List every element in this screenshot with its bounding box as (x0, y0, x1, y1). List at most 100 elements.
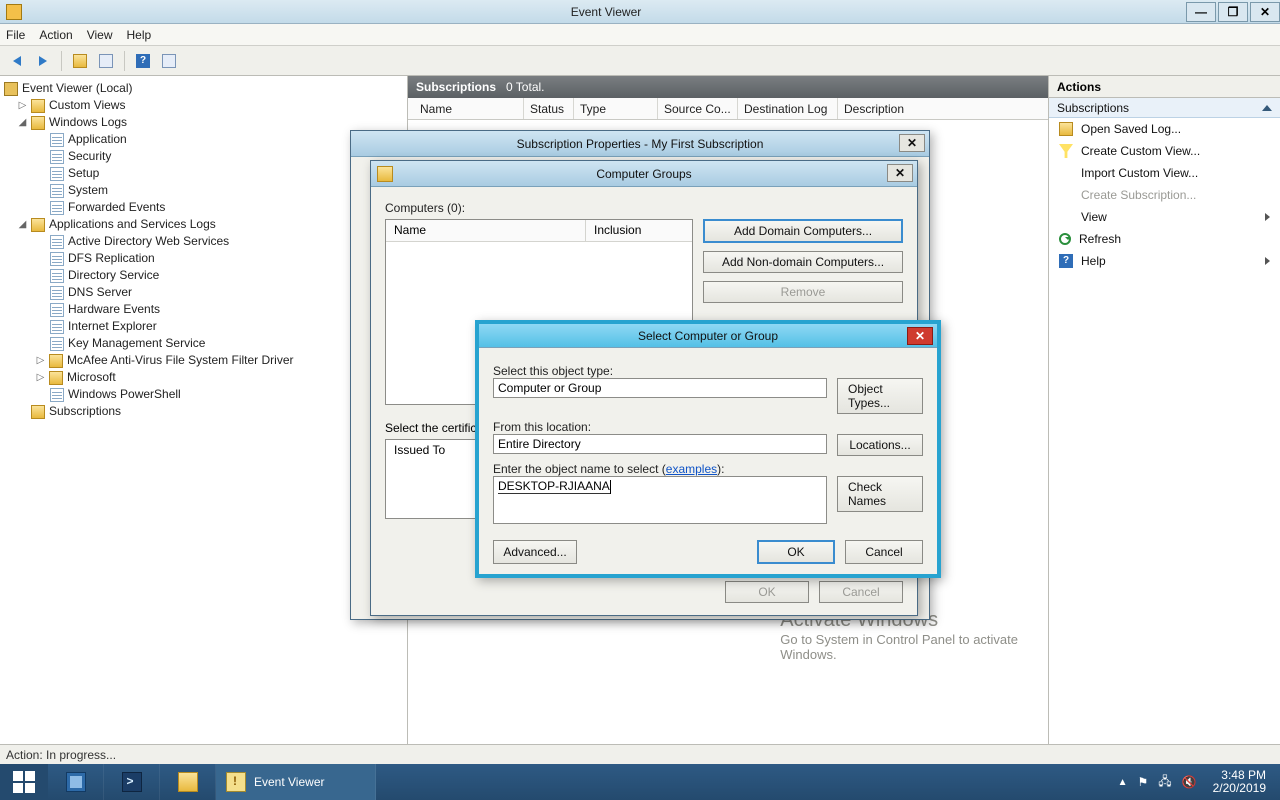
action-help[interactable]: ?Help (1049, 250, 1280, 272)
folder-icon (31, 116, 45, 130)
taskbar-explorer[interactable] (160, 764, 216, 800)
dialog-title-text: Subscription Properties - My First Subsc… (517, 137, 764, 151)
collapse-icon[interactable]: ◢ (18, 114, 27, 131)
tree-wl-item[interactable]: Setup (2, 165, 405, 182)
tree-apps-services[interactable]: ◢Applications and Services Logs (2, 216, 405, 233)
menu-help[interactable]: Help (127, 28, 152, 42)
col-inclusion[interactable]: Inclusion (586, 220, 692, 241)
window-minimize-button[interactable]: — (1186, 2, 1216, 22)
cancel-button[interactable]: Cancel (845, 540, 923, 564)
tray-network-icon[interactable]: 🖧 (1158, 772, 1171, 793)
app-icon (6, 4, 22, 20)
collapse-icon[interactable]: ◢ (18, 216, 27, 233)
tree-as-item[interactable]: Directory Service (2, 267, 405, 284)
dialog-titlebar[interactable]: Select Computer or Group ✕ (479, 324, 937, 348)
tree-wl-item[interactable]: System (2, 182, 405, 199)
locations-button[interactable]: Locations... (837, 434, 923, 456)
tree-wl-item[interactable]: Application (2, 131, 405, 148)
tray-flag-icon[interactable]: ⚑ (1138, 775, 1149, 789)
start-button[interactable] (0, 764, 48, 800)
file-explorer-icon (178, 772, 198, 792)
menu-view[interactable]: View (87, 28, 113, 42)
tree-label: Application (68, 131, 127, 148)
action-label: Create Custom View... (1081, 144, 1200, 158)
taskbar-powershell[interactable] (104, 764, 160, 800)
dialog-close-button[interactable]: ✕ (907, 327, 933, 345)
tree-as-item[interactable]: ▷McAfee Anti-Virus File System Filter Dr… (2, 352, 405, 369)
refresh-icon (1059, 233, 1071, 245)
expand-icon[interactable]: ▷ (36, 369, 45, 386)
check-names-button[interactable]: Check Names (837, 476, 923, 512)
examples-link[interactable]: examples (666, 462, 717, 476)
toolbar-icon-3[interactable]: ? (132, 50, 154, 72)
action-view[interactable]: View (1049, 206, 1280, 228)
tree-label: Microsoft (67, 369, 116, 386)
expand-icon[interactable]: ▷ (36, 352, 45, 369)
tree-as-item[interactable]: Internet Explorer (2, 318, 405, 335)
tray-volume-icon[interactable]: 🔇 (1182, 775, 1197, 789)
tree-as-item[interactable]: Key Management Service (2, 335, 405, 352)
tree-custom-views[interactable]: ▷Custom Views (2, 97, 405, 114)
taskbar-event-viewer[interactable]: Event Viewer (216, 764, 376, 800)
col-type[interactable]: Type (574, 98, 658, 119)
tree-wl-item[interactable]: Security (2, 148, 405, 165)
add-domain-computers-button[interactable]: Add Domain Computers... (703, 219, 903, 243)
dialog-titlebar[interactable]: Computer Groups ✕ (371, 161, 917, 187)
tree-label: DNS Server (68, 284, 132, 301)
tray-chevron-up-icon[interactable]: ▲ (1118, 777, 1128, 788)
location-label: From this location: (493, 420, 923, 434)
actions-section[interactable]: Subscriptions (1049, 98, 1280, 118)
expand-icon[interactable]: ▷ (18, 97, 27, 114)
action-create-custom-view[interactable]: Create Custom View... (1049, 140, 1280, 162)
col-desc[interactable]: Description (838, 98, 1042, 119)
dialog-close-button[interactable]: ✕ (887, 164, 913, 182)
nav-back-button[interactable] (6, 50, 28, 72)
ok-button[interactable]: OK (757, 540, 835, 564)
window-maximize-button[interactable]: ❐ (1218, 2, 1248, 22)
col-dest[interactable]: Destination Log (738, 98, 838, 119)
action-label: Open Saved Log... (1081, 122, 1181, 136)
tree-as-item[interactable]: Hardware Events (2, 301, 405, 318)
tree-as-item[interactable]: DNS Server (2, 284, 405, 301)
tree-as-item[interactable]: ▷ Microsoft (2, 369, 405, 386)
object-name-value: DESKTOP-RJIAANA (498, 479, 610, 494)
menu-file[interactable]: File (6, 28, 25, 42)
advanced-button[interactable]: Advanced... (493, 540, 577, 564)
folder-icon (31, 99, 45, 113)
tree-wl-item[interactable]: Forwarded Events (2, 199, 405, 216)
window-close-button[interactable]: ✕ (1250, 2, 1280, 22)
col-source[interactable]: Source Co... (658, 98, 738, 119)
dialog-close-button[interactable]: ✕ (899, 134, 925, 152)
tree-label: System (68, 182, 108, 199)
toolbar-icon-2[interactable] (95, 50, 117, 72)
tree-subscriptions[interactable]: Subscriptions (2, 403, 405, 420)
action-refresh[interactable]: Refresh (1049, 228, 1280, 250)
dialog-titlebar[interactable]: Subscription Properties - My First Subsc… (351, 131, 929, 157)
event-viewer-icon (226, 772, 246, 792)
tree-root[interactable]: Event Viewer (Local) (2, 80, 405, 97)
menu-action[interactable]: Action (39, 28, 72, 42)
tree-windows-logs[interactable]: ◢Windows Logs (2, 114, 405, 131)
col-name[interactable]: Name (414, 98, 524, 119)
action-import-custom-view[interactable]: Import Custom View... (1049, 162, 1280, 184)
col-name[interactable]: Name (386, 220, 586, 241)
actions-pane: Actions Subscriptions Open Saved Log... … (1048, 76, 1280, 744)
filter-icon (1059, 144, 1073, 158)
col-status[interactable]: Status (524, 98, 574, 119)
nav-forward-button[interactable] (32, 50, 54, 72)
add-non-domain-computers-button[interactable]: Add Non-domain Computers... (703, 251, 903, 273)
object-name-input[interactable]: DESKTOP-RJIAANA (493, 476, 827, 524)
object-types-button[interactable]: Object Types... (837, 378, 923, 414)
taskbar-server-manager[interactable] (48, 764, 104, 800)
toolbar-icon-4[interactable] (158, 50, 180, 72)
tree-as-item[interactable]: Windows PowerShell (2, 386, 405, 403)
action-open-saved-log[interactable]: Open Saved Log... (1049, 118, 1280, 140)
windows-logo-icon (13, 771, 35, 793)
folder-icon (73, 54, 87, 68)
taskbar-clock[interactable]: 3:48 PM 2/20/2019 (1207, 769, 1272, 795)
list-columns: Name Status Type Source Co... Destinatio… (408, 98, 1048, 120)
toolbar-icon-1[interactable] (69, 50, 91, 72)
tree-as-item[interactable]: Active Directory Web Services (2, 233, 405, 250)
tree-as-item[interactable]: DFS Replication (2, 250, 405, 267)
toolbar: ? (0, 46, 1280, 76)
